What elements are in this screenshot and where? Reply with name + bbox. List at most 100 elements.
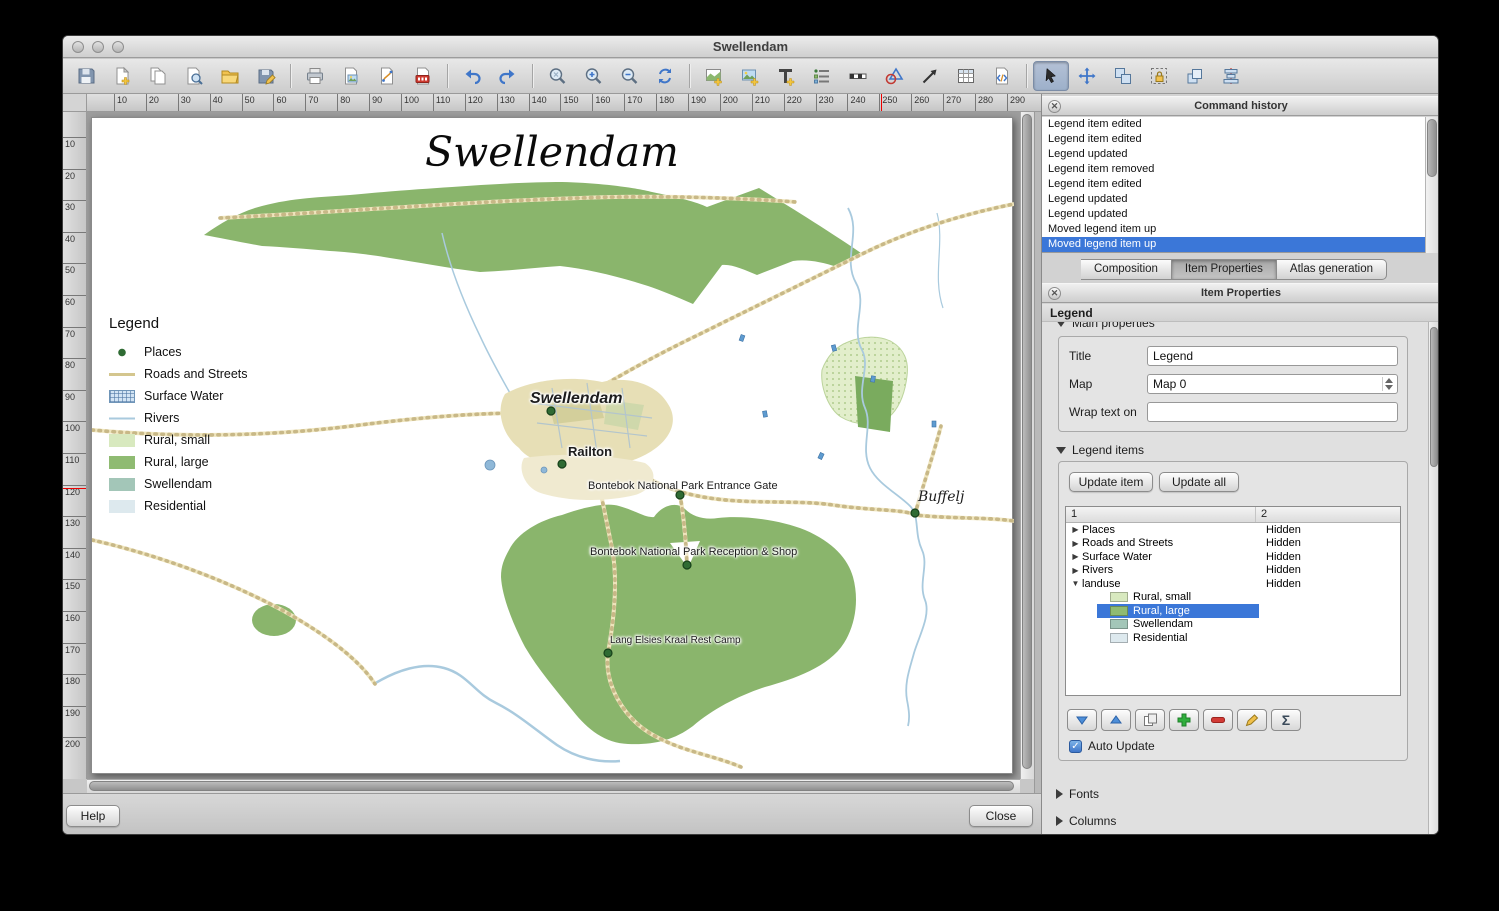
move-item-content-button[interactable]	[1069, 61, 1105, 91]
update-all-button[interactable]: Update all	[1159, 472, 1239, 492]
pane-divider[interactable]	[1034, 112, 1041, 793]
history-item[interactable]: Moved legend item up	[1042, 222, 1438, 237]
fonts-disclosure[interactable]: Fonts	[1056, 786, 1099, 802]
zoom-full-button[interactable]	[539, 61, 575, 91]
expand-arrow-icon[interactable]: ▶	[1069, 566, 1082, 575]
close-panel-icon[interactable]	[1048, 287, 1061, 300]
ruler-tick: 100	[63, 421, 86, 453]
group-items-button[interactable]	[1105, 61, 1141, 91]
add-shape-button[interactable]	[876, 61, 912, 91]
edit-item-button[interactable]	[1237, 709, 1267, 731]
add-item-button[interactable]	[1169, 709, 1199, 731]
main-properties-disclosure[interactable]: Main properties	[1056, 322, 1155, 331]
zoom-window-button[interactable]	[112, 41, 124, 53]
add-html-button[interactable]	[984, 61, 1020, 91]
add-scalebar-button[interactable]	[840, 61, 876, 91]
composition-canvas[interactable]: Swellendam Legend Places Roads and Stree…	[87, 112, 1020, 779]
history-scrollbar[interactable]	[1425, 117, 1438, 253]
count-features-button[interactable]	[1271, 709, 1301, 731]
tree-row[interactable]: ▶ Places Hidden	[1066, 523, 1400, 537]
expand-arrow-icon[interactable]: ▶	[1069, 525, 1082, 534]
add-image-button[interactable]	[732, 61, 768, 91]
scrollbar-thumb[interactable]	[1022, 114, 1032, 769]
move-item-up-button[interactable]	[1101, 709, 1131, 731]
add-map-button[interactable]	[696, 61, 732, 91]
expand-arrow-icon[interactable]: ▶	[1069, 552, 1082, 561]
help-button[interactable]: Help	[66, 805, 120, 827]
composition-manager-button[interactable]	[176, 61, 212, 91]
auto-update-checkbox[interactable]	[1069, 739, 1082, 753]
tree-column-2[interactable]: 2	[1256, 507, 1400, 522]
tree-row[interactable]: Rural, large	[1066, 604, 1400, 618]
canvas-vertical-scrollbar[interactable]	[1020, 112, 1034, 779]
stepper-arrows-icon[interactable]	[1382, 377, 1395, 391]
columns-disclosure[interactable]: Columns	[1056, 813, 1116, 829]
print-button[interactable]	[297, 61, 333, 91]
tree-row[interactable]: ▶ Surface Water Hidden	[1066, 550, 1400, 564]
history-item[interactable]: Legend item edited	[1042, 117, 1438, 132]
add-arrow-button[interactable]	[912, 61, 948, 91]
history-item[interactable]: Legend item edited	[1042, 132, 1438, 147]
tree-row[interactable]: Rural, small	[1066, 591, 1400, 605]
minimize-window-button[interactable]	[92, 41, 104, 53]
export-image-button[interactable]	[333, 61, 369, 91]
wrap-text-input[interactable]	[1147, 402, 1398, 422]
titlebar[interactable]: Swellendam	[63, 36, 1438, 58]
zoom-in-button[interactable]	[575, 61, 611, 91]
save-project-button[interactable]	[68, 61, 104, 91]
open-folder-button[interactable]	[212, 61, 248, 91]
command-history-list[interactable]: Legend item edited Legend item edited Le…	[1042, 117, 1438, 253]
legend-items-disclosure[interactable]: Legend items	[1056, 442, 1144, 458]
raise-items-button[interactable]	[1177, 61, 1213, 91]
expand-arrow-icon[interactable]: ▶	[1069, 539, 1082, 548]
dock-tab[interactable]: Atlas generation	[1276, 259, 1388, 280]
close-window-button[interactable]	[72, 41, 84, 53]
scrollbar-thumb[interactable]	[89, 781, 1014, 791]
copy-items-button[interactable]	[1135, 709, 1165, 731]
lock-items-button[interactable]	[1141, 61, 1177, 91]
zoom-out-button[interactable]	[611, 61, 647, 91]
history-item[interactable]: Legend updated	[1042, 147, 1438, 162]
history-item[interactable]: Legend item edited	[1042, 177, 1438, 192]
save-project-as-button[interactable]	[248, 61, 284, 91]
move-item-down-button[interactable]	[1067, 709, 1097, 731]
history-item[interactable]: Legend item removed	[1042, 162, 1438, 177]
add-table-button[interactable]	[948, 61, 984, 91]
history-item[interactable]: Legend updated	[1042, 192, 1438, 207]
history-item[interactable]: Legend updated	[1042, 207, 1438, 222]
scrollbar-thumb[interactable]	[1427, 119, 1437, 177]
close-button[interactable]: Close	[969, 805, 1033, 827]
legend-title-input[interactable]	[1147, 346, 1398, 366]
group-items-icon	[1115, 68, 1131, 84]
map-select[interactable]: Map 0	[1147, 374, 1398, 394]
redo-button[interactable]	[490, 61, 526, 91]
canvas-horizontal-scrollbar[interactable]	[87, 779, 1020, 793]
legend-items-tree[interactable]: 1 2 ▶ Places Hidden ▶ Roads and Streets …	[1065, 506, 1401, 696]
export-pdf-button[interactable]	[405, 61, 441, 91]
properties-scrollbar[interactable]	[1428, 322, 1438, 834]
tree-row[interactable]: Residential	[1066, 631, 1400, 645]
align-items-button[interactable]	[1213, 61, 1249, 91]
update-item-button[interactable]: Update item	[1069, 472, 1153, 492]
export-svg-button[interactable]	[369, 61, 405, 91]
tree-column-1[interactable]: 1	[1066, 507, 1256, 522]
dock-tab[interactable]: Composition	[1081, 259, 1172, 280]
duplicate-composition-button[interactable]	[140, 61, 176, 91]
tree-row[interactable]: ▼ landuse Hidden	[1066, 577, 1400, 591]
history-item[interactable]: Moved legend item up	[1042, 237, 1438, 252]
close-panel-icon[interactable]	[1048, 100, 1061, 113]
expand-arrow-icon[interactable]: ▼	[1069, 579, 1082, 588]
scrollbar-thumb[interactable]	[1430, 327, 1438, 467]
new-composition-button[interactable]	[104, 61, 140, 91]
add-label-button[interactable]	[768, 61, 804, 91]
remove-item-button[interactable]	[1203, 709, 1233, 731]
add-legend-button[interactable]	[804, 61, 840, 91]
dock-tab[interactable]: Item Properties	[1171, 259, 1277, 280]
tree-row[interactable]: ▶ Rivers Hidden	[1066, 564, 1400, 578]
composition-page[interactable]: Swellendam Legend Places Roads and Stree…	[91, 117, 1014, 774]
undo-button[interactable]	[454, 61, 490, 91]
refresh-view-button[interactable]	[647, 61, 683, 91]
tree-row[interactable]: Swellendam	[1066, 618, 1400, 632]
tree-row[interactable]: ▶ Roads and Streets Hidden	[1066, 537, 1400, 551]
select-move-item-button[interactable]	[1033, 61, 1069, 91]
